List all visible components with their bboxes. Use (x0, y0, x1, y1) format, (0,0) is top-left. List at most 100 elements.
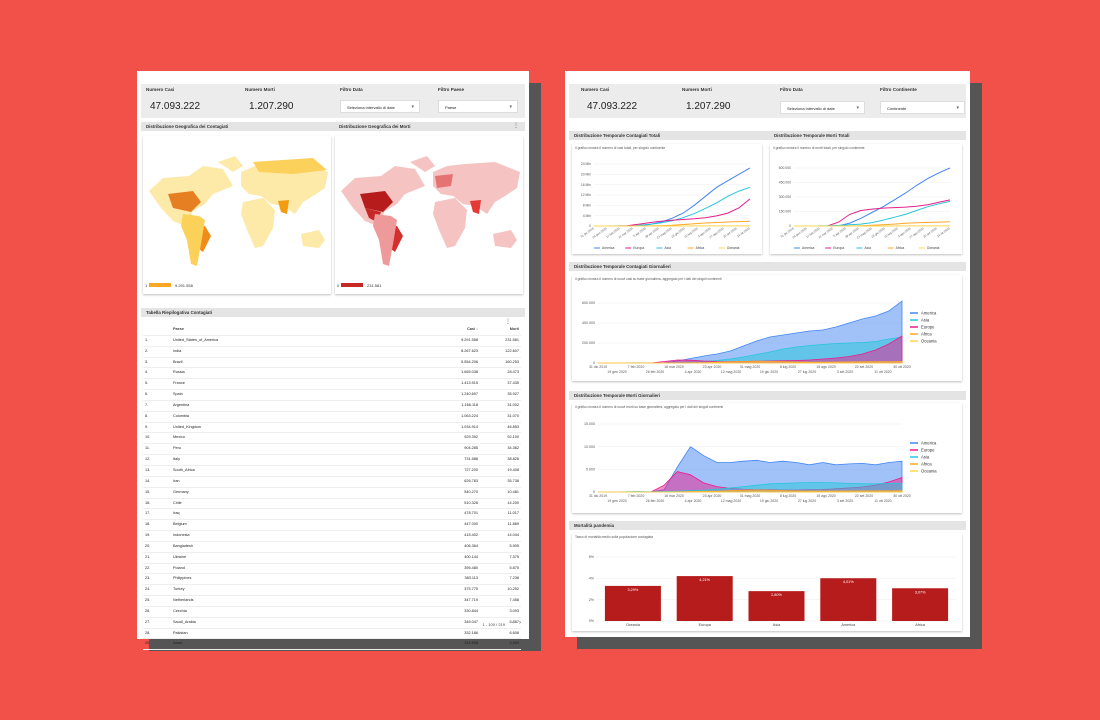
table-row[interactable]: 4. Russia 1.655.038 28.473 (143, 368, 521, 380)
x-tick-label: 31 dic 2019 (589, 494, 607, 498)
row-cases: 406.364 (464, 543, 478, 548)
daily-deaths-chart[interactable]: 05.00010.00015.00031 dic 2019 7 feb 2020 1… (572, 411, 962, 513)
chevron-left-icon[interactable]: ‹ (512, 620, 514, 626)
header-deaths[interactable]: Morti (510, 325, 519, 335)
x-tick-label: 12 mag 2020 (721, 499, 741, 503)
row-deaths: 11.017 (507, 511, 519, 516)
map-cases[interactable]: 1 9.291.558 (143, 136, 331, 294)
x-tick-label: Oceania (626, 623, 641, 627)
table-row[interactable]: 15. Germany 540.270 10.481 (143, 488, 521, 499)
table-row[interactable]: 27. Saudi_Arabia 346.047 5.387 (143, 618, 521, 629)
table-row[interactable]: 14. Iran 626.783 35.738 (143, 477, 521, 488)
row-index: 2. (145, 348, 149, 353)
table-row[interactable]: 8. Colombia 1.063.224 31.070 (143, 412, 521, 423)
table-row[interactable]: 26. Czechia 330.844 3.093 (143, 607, 521, 618)
row-cases: 1.413.915 (461, 381, 478, 386)
date-range-dropdown[interactable]: Seleziona intervallo di date ▾ (780, 101, 865, 114)
row-deaths: 92.100 (507, 435, 519, 440)
mortality-title: Mortalità pandemia (574, 523, 615, 528)
x-tick-label: 20 set 2020 (922, 226, 937, 238)
continent-dropdown[interactable]: Continente ▾ (880, 101, 965, 114)
table-row[interactable]: 28. Pakistan 332.186 6.608 (143, 629, 521, 640)
table-row[interactable]: 12. Italy 731.588 38.826 (143, 455, 521, 466)
table-row[interactable]: 13. South_Africa 727.200 19.408 (143, 466, 521, 477)
country-dropdown[interactable]: Paese ▾ (438, 100, 518, 113)
more-options-icon[interactable]: ⋮ (505, 318, 511, 325)
row-cases: 727.200 (464, 467, 478, 472)
row-cases: 510.326 (464, 500, 478, 505)
legend-max: 231.581 (367, 283, 382, 288)
row-index: 7. (145, 402, 149, 407)
row-index: 9. (145, 424, 149, 429)
table-row[interactable]: 18. Belgium 447.000 11.889 (143, 520, 521, 532)
table-row[interactable]: 3. Brazil 5.554.206 160.253 (143, 358, 521, 369)
kpi-cases-label: Numero Casi (146, 87, 175, 92)
row-deaths: 7.238 (509, 576, 519, 581)
row-country: Poland (173, 565, 185, 570)
row-index: 17. (145, 511, 151, 516)
x-tick-label: 14 ott 2020 (736, 226, 751, 238)
header-country[interactable]: Paese (173, 325, 184, 335)
table-row[interactable]: 17. Iraq 478.701 11.017 (143, 509, 521, 521)
y-tick-label: 4% (589, 577, 595, 581)
table-row[interactable]: 19. Indonesia 415.402 14.044 (143, 531, 521, 542)
table-row[interactable]: 25. Netherlands 347.719 7.458 (143, 596, 521, 607)
row-deaths: 2.559 (509, 641, 519, 646)
table-row[interactable]: 2. India 8.267.623 122.607 (143, 347, 521, 358)
row-country: Colombia (173, 413, 190, 418)
row-deaths: 5.875 (509, 565, 519, 570)
x-tick-label: 7 feb 2020 (628, 365, 645, 369)
row-country: South_Africa (173, 467, 195, 472)
daily-cases-chart[interactable]: 0200.000400.000600.00031 dic 2019 7 feb 2… (572, 283, 962, 381)
filter-country-label: Filtro Paese (438, 87, 465, 92)
table-row[interactable]: 23. Philippines 383.113 7.238 (143, 574, 521, 586)
row-deaths: 122.607 (505, 348, 519, 353)
row-index: 11. (145, 446, 150, 451)
table-row[interactable]: 21. Ukraine 400.144 7.375 (143, 553, 521, 564)
row-cases: 9.291.558 (461, 337, 478, 342)
x-tick-label: 26 feb 2020 (646, 370, 665, 374)
x-tick-label: 20 set 2020 (722, 226, 737, 238)
x-tick-label: 27 lug 2020 (798, 499, 816, 503)
country-value: Paese (445, 105, 457, 110)
table-row[interactable]: 6. Spain 1.240.697 35.927 (143, 390, 521, 401)
more-options-icon[interactable]: ⋮ (513, 122, 519, 129)
row-country: Spain (173, 392, 183, 397)
row-country: Israel (173, 641, 183, 646)
row-deaths: 14.044 (507, 533, 519, 538)
date-range-dropdown[interactable]: Seleziona intervallo di date ▾ (340, 100, 420, 113)
x-tick-label: 16 mar 2020 (664, 365, 684, 369)
legend-label: Oceania (921, 469, 937, 474)
table-row[interactable]: 1. United_States_of_America 9.291.558 231.5… (143, 336, 521, 347)
map-cases-title: Distribuzione Geografica dei Contagiati (146, 124, 229, 129)
total-deaths-chart[interactable]: 0150.000300.000450.000600.00031 dic 2019… (770, 152, 962, 252)
x-tick-label: 4 apr 2020 (685, 499, 702, 503)
legend-min: 0 (337, 283, 340, 288)
x-tick-label: America (841, 623, 856, 627)
table-row[interactable]: 20. Bangladesh 406.364 5.905 (143, 542, 521, 553)
row-country: Philippines (173, 576, 192, 581)
table-row[interactable]: 9. United_Kingdom 1.034.914 46.853 (143, 423, 521, 434)
mortality-desc: Tasso di mortalità medio sulla popolazio… (575, 535, 654, 539)
x-tick-label: 12 mag 2020 (721, 370, 741, 374)
bar-value-label: 2,80% (771, 593, 782, 597)
daily-cases-card: Il grafico mostra il numero di nuovi cas… (572, 275, 962, 381)
table-row[interactable]: 7. Argentina 1.166.118 31.002 (143, 401, 521, 412)
table-row[interactable]: 11. Peru 904.285 34.362 (143, 444, 521, 456)
row-deaths: 6.608 (509, 630, 519, 635)
table-row[interactable]: 24. Turkey 375.775 10.252 (143, 585, 521, 597)
row-cases: 929.392 (464, 435, 478, 440)
mortality-chart[interactable]: 0% 2% 4% 6% 3,29% Oceania 4,21% Europa 2,80% Asia… (572, 541, 962, 631)
table-row[interactable]: 16. Chile 510.326 14.200 (143, 499, 521, 510)
table-row[interactable]: 22. Poland 395.480 5.875 (143, 564, 521, 575)
chevron-right-icon[interactable]: › (519, 620, 521, 626)
table-row[interactable]: 29. Israel 315.858 2.559 (143, 639, 521, 651)
total-cases-chart[interactable]: 04 Mln8 Mln12 Mln16 Mln20 Mln24 Mln31 di… (572, 152, 762, 252)
maps-band: Distribuzione Geografica dei Contagiati … (141, 122, 525, 131)
map-deaths[interactable]: 0 231.581 (335, 136, 523, 294)
table-row[interactable]: 10. Mexico 929.392 92.100 (143, 433, 521, 445)
header-cases[interactable]: Casi ↓ (467, 325, 478, 335)
legend-label: Asia (921, 455, 930, 460)
table-row[interactable]: 5. France 1.413.915 37.435 (143, 379, 521, 391)
legend-label: Oceania (727, 246, 740, 250)
